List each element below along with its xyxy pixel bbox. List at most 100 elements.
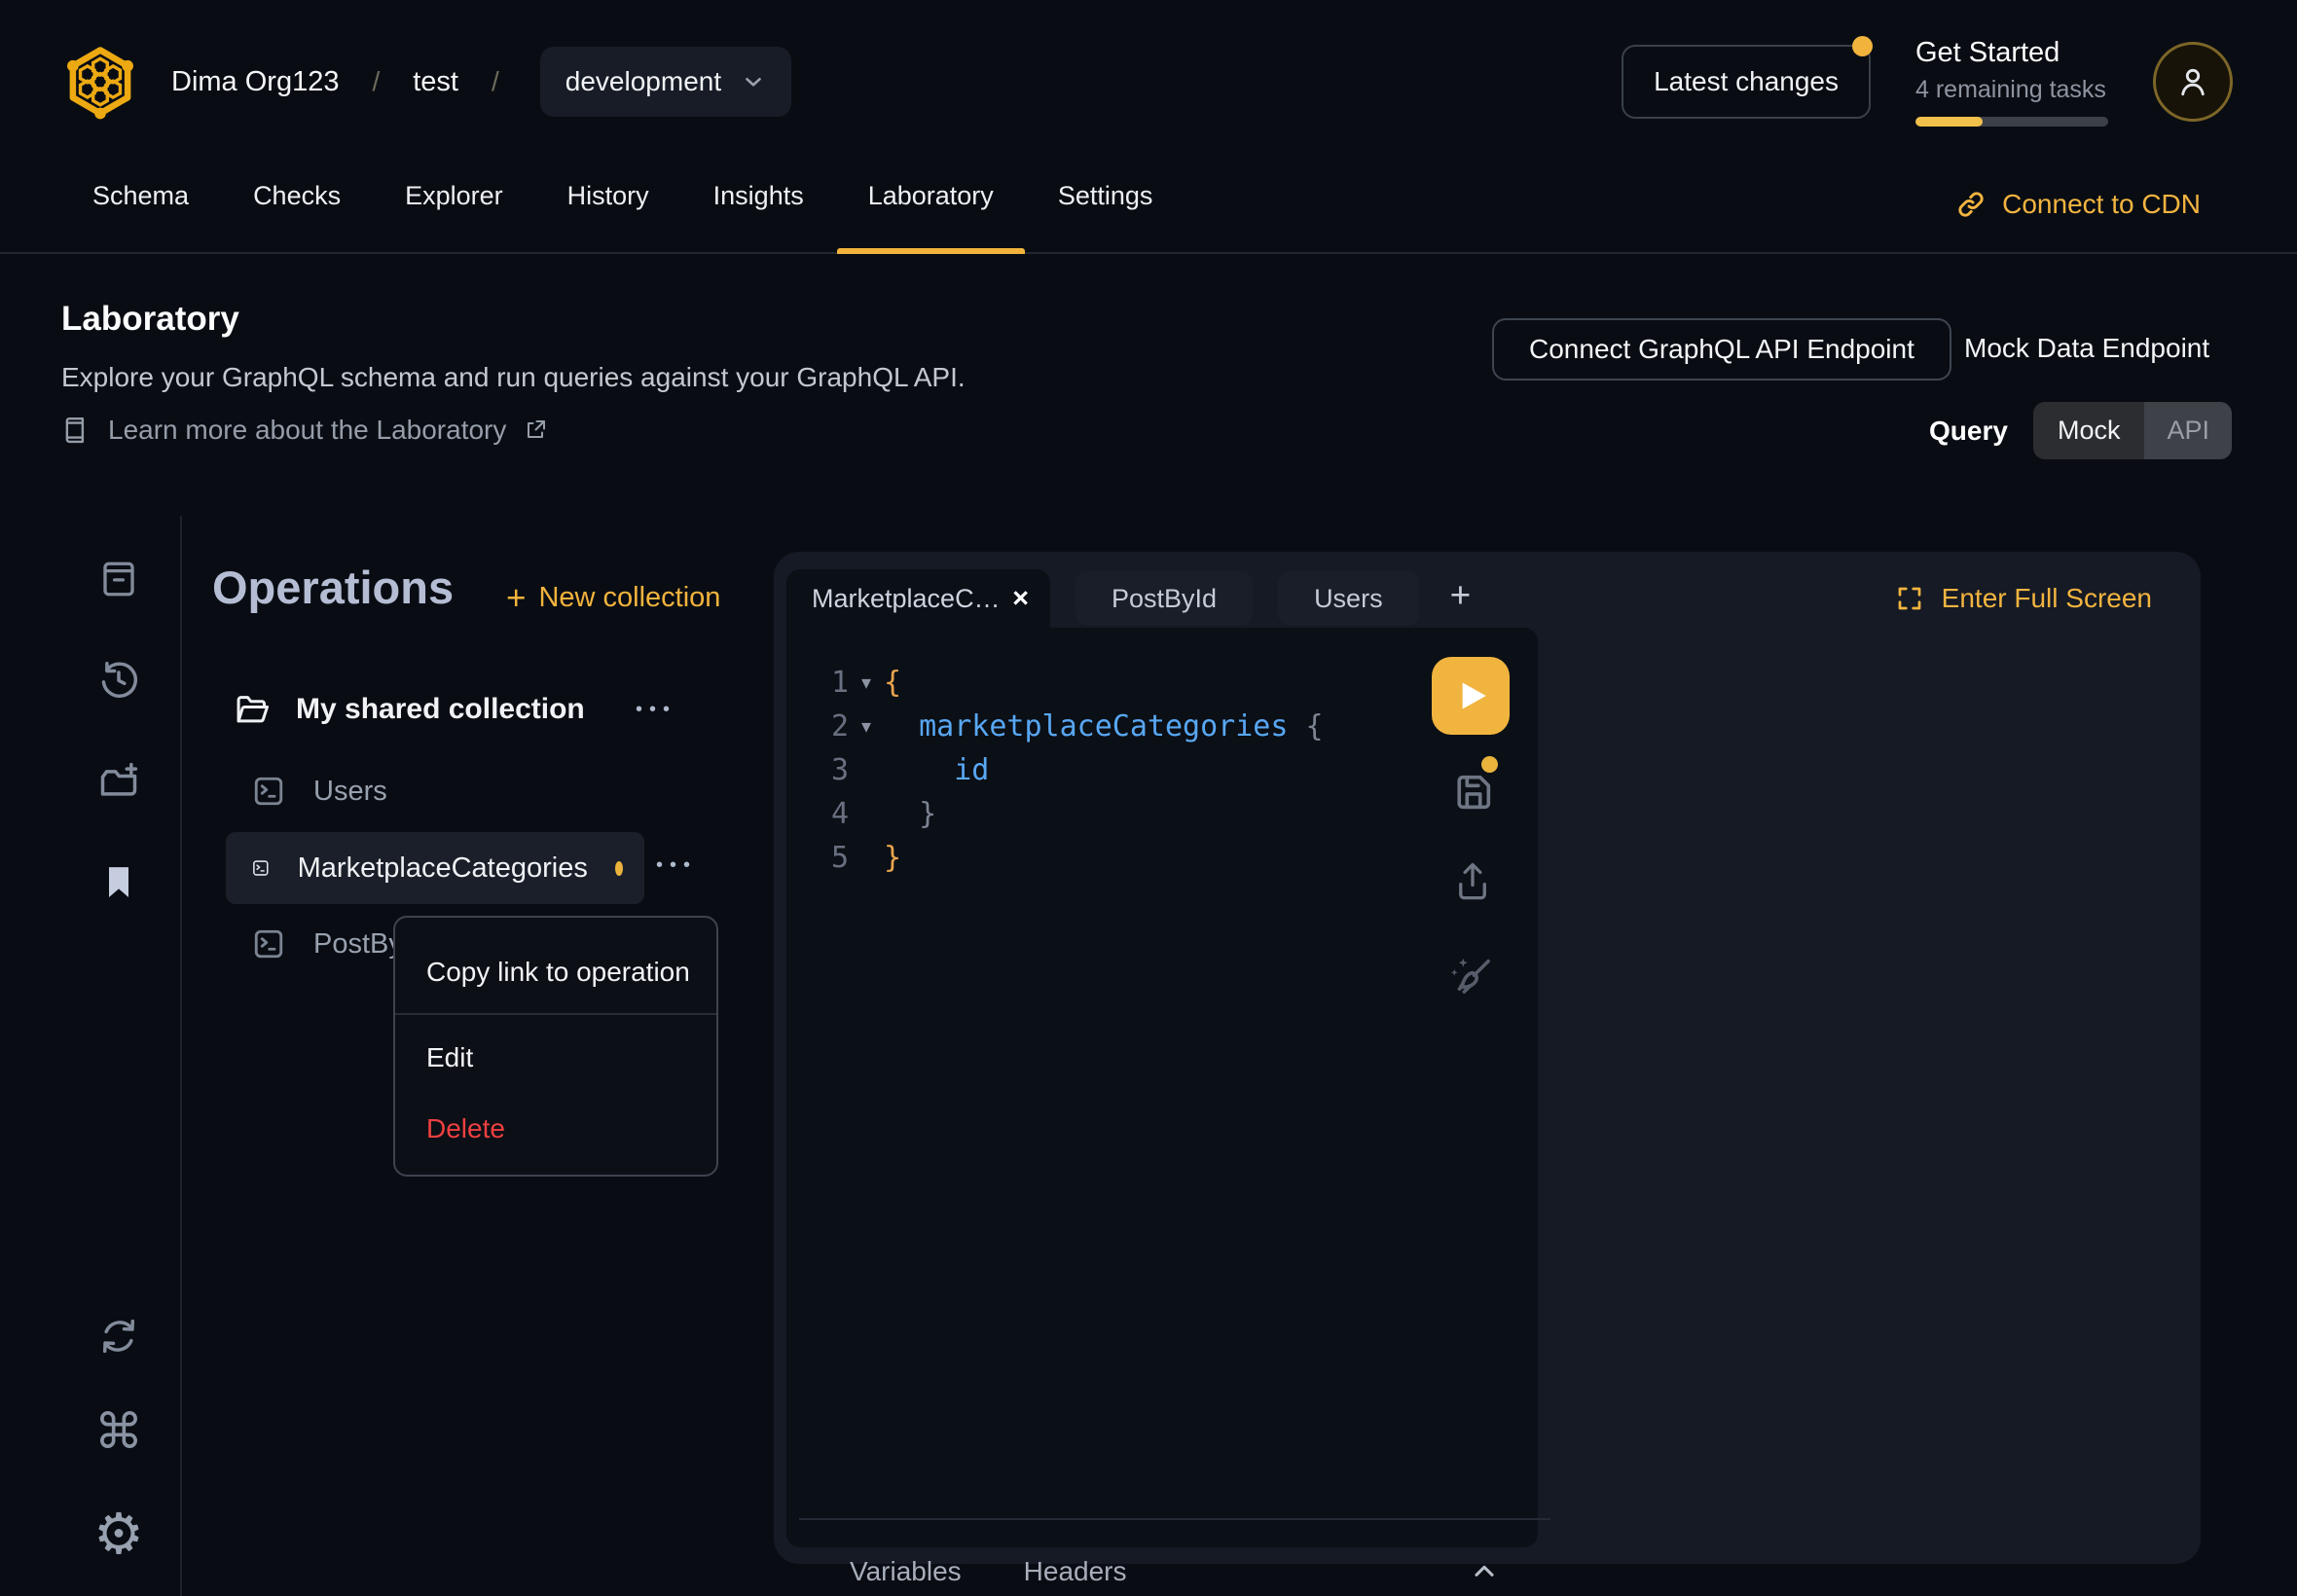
page-title: Laboratory <box>61 300 239 339</box>
code-line: 5 } <box>786 836 1538 880</box>
command-menu-icon[interactable]: ⌘ <box>95 1408 142 1455</box>
code-line: 4 } <box>786 792 1538 836</box>
menu-item-edit[interactable]: Edit <box>395 1029 716 1087</box>
page-description: Explore your GraphQL schema and run quer… <box>61 362 966 393</box>
tab-checks[interactable]: Checks <box>253 163 341 252</box>
top-bar: Dima Org123 / test / development Latest … <box>62 27 2233 136</box>
code-line: 2 ▾ marketplaceCategories { <box>786 705 1538 748</box>
code-token: } <box>884 792 936 836</box>
breadcrumb: Dima Org123 / test / <box>171 66 499 98</box>
code-line: 3 id <box>786 748 1538 792</box>
person-icon <box>2174 63 2211 100</box>
fold-spacer <box>849 792 884 836</box>
headers-tab[interactable]: Headers <box>1024 1556 1127 1587</box>
primary-nav: Schema Checks Explorer History Insights … <box>0 163 2297 254</box>
environment-selector-value: development <box>565 66 721 97</box>
operation-menu-button[interactable]: ••• <box>656 854 697 877</box>
operation-label: MarketplaceCategories <box>298 852 588 885</box>
settings-gear-icon[interactable]: ⚙ <box>95 1510 142 1557</box>
menu-item-copy-link[interactable]: Copy link to operation <box>395 943 716 1001</box>
line-number: 1 <box>786 661 849 705</box>
tab-settings[interactable]: Settings <box>1058 163 1153 252</box>
toggle-option-api[interactable]: API <box>2144 402 2232 459</box>
latest-changes-button[interactable]: Latest changes <box>1622 45 1871 119</box>
code-token: id <box>884 748 989 792</box>
line-number: 2 <box>786 705 849 748</box>
get-started-progress-fill <box>1915 117 1983 127</box>
editor-tab-users[interactable]: Users <box>1278 571 1419 626</box>
editor-tab-label: MarketplaceC… <box>812 584 1001 614</box>
line-number: 4 <box>786 792 849 836</box>
user-avatar[interactable] <box>2153 42 2233 122</box>
get-started-widget[interactable]: Get Started 4 remaining tasks <box>1915 37 2108 127</box>
unsaved-changes-dot <box>1481 756 1498 773</box>
query-toggle-switch: Mock API <box>2033 402 2232 459</box>
tab-history[interactable]: History <box>567 163 649 252</box>
connect-graphql-endpoint-button[interactable]: Connect GraphQL API Endpoint <box>1492 318 1951 381</box>
get-started-progressbar <box>1915 117 2108 127</box>
new-collection-button[interactable]: + New collection <box>506 582 720 614</box>
hive-logo-icon[interactable] <box>62 41 138 123</box>
editor-tab-marketplace[interactable]: MarketplaceC… × <box>786 569 1050 628</box>
fullscreen-icon <box>1895 584 1924 613</box>
close-tab-icon[interactable]: × <box>1012 583 1029 615</box>
folder-plus-icon[interactable] <box>95 758 142 805</box>
share-operation-button[interactable] <box>1452 859 1493 904</box>
tab-schema[interactable]: Schema <box>92 163 189 252</box>
docs-icon[interactable] <box>95 556 142 602</box>
mock-data-endpoint-link[interactable]: Mock Data Endpoint <box>1964 333 2209 364</box>
chevron-up-icon[interactable] <box>1469 1556 1500 1587</box>
terminal-icon <box>251 851 271 886</box>
notification-dot <box>1852 36 1873 56</box>
fold-arrow-icon[interactable]: ▾ <box>849 661 884 705</box>
breadcrumb-separator: / <box>372 66 380 97</box>
line-number: 5 <box>786 836 849 880</box>
query-editor[interactable]: 1 ▾ { 2 ▾ marketplaceCategories { 3 id 4… <box>786 628 1538 1547</box>
get-started-subtitle: 4 remaining tasks <box>1915 76 2108 104</box>
query-toggle-label: Query <box>1929 416 2008 447</box>
operation-row-marketplace-categories[interactable]: MarketplaceCategories <box>226 832 644 904</box>
play-icon <box>1457 679 1490 712</box>
collection-name: My shared collection <box>296 693 585 726</box>
run-query-button[interactable] <box>1432 657 1510 735</box>
connect-to-cdn-link[interactable]: Connect to CDN <box>1955 189 2201 220</box>
terminal-icon <box>251 774 286 809</box>
fold-spacer <box>849 748 884 792</box>
code-token: marketplaceCategories <box>884 705 1288 748</box>
code-token: { <box>1288 705 1323 748</box>
operation-context-menu: Copy link to operation Edit Delete <box>393 916 718 1177</box>
history-icon[interactable] <box>95 657 142 704</box>
bookmark-icon[interactable] <box>95 859 142 906</box>
code-token: } <box>884 836 901 880</box>
collection-row-my-shared-collection[interactable]: My shared collection ••• <box>234 691 676 728</box>
breadcrumb-project[interactable]: test <box>413 66 458 98</box>
variables-tab[interactable]: Variables <box>850 1556 962 1587</box>
unsaved-changes-dot <box>615 861 623 876</box>
refresh-icon[interactable] <box>95 1313 142 1360</box>
book-icon <box>61 416 91 445</box>
menu-divider <box>395 1013 716 1015</box>
line-number: 3 <box>786 748 849 792</box>
environment-selector[interactable]: development <box>540 47 791 117</box>
menu-item-delete[interactable]: Delete <box>395 1100 716 1158</box>
learn-more-link[interactable]: Learn more about the Laboratory <box>61 415 547 446</box>
editor-tab-post-by-id[interactable]: PostById <box>1076 571 1253 626</box>
terminal-icon <box>251 926 286 961</box>
operation-row-users[interactable]: Users <box>251 774 387 809</box>
tab-explorer[interactable]: Explorer <box>405 163 503 252</box>
toggle-option-mock[interactable]: Mock <box>2033 402 2145 459</box>
collection-menu-button[interactable]: ••• <box>636 699 676 721</box>
tab-laboratory[interactable]: Laboratory <box>868 163 994 252</box>
fold-spacer <box>849 836 884 880</box>
new-tab-button[interactable]: + <box>1450 575 1472 616</box>
code-area[interactable]: 1 ▾ { 2 ▾ marketplaceCategories { 3 id 4… <box>786 628 1538 1442</box>
folder-open-icon <box>234 691 271 728</box>
fold-arrow-icon[interactable]: ▾ <box>849 705 884 748</box>
breadcrumb-separator: / <box>492 66 499 97</box>
rail-divider <box>180 516 182 1596</box>
enter-fullscreen-button[interactable]: Enter Full Screen <box>1895 583 2152 614</box>
breadcrumb-org[interactable]: Dima Org123 <box>171 66 339 98</box>
prettify-query-button[interactable] <box>1443 947 1496 999</box>
save-operation-button[interactable] <box>1451 770 1496 815</box>
tab-insights[interactable]: Insights <box>713 163 804 252</box>
